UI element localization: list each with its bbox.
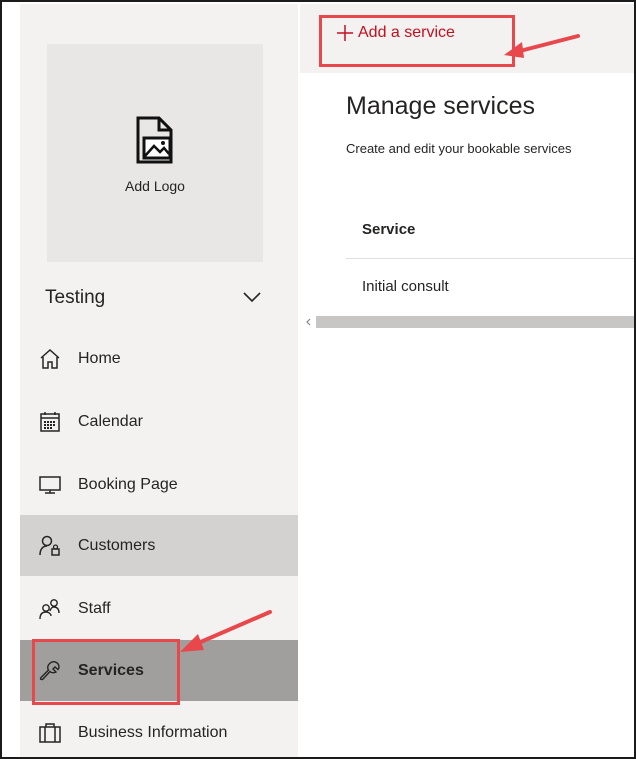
monitor-icon bbox=[39, 475, 61, 494]
sidebar-item-home[interactable]: Home bbox=[20, 328, 298, 389]
highlight-box-add-service bbox=[319, 15, 515, 67]
staff-icon bbox=[39, 598, 60, 619]
sidebar-item-label: Staff bbox=[78, 599, 111, 617]
add-logo-button[interactable]: Add Logo bbox=[47, 44, 263, 262]
arrow-annotation-icon bbox=[504, 34, 580, 58]
calendar-icon bbox=[40, 411, 60, 432]
image-file-icon bbox=[136, 116, 173, 164]
home-icon bbox=[40, 348, 60, 369]
sidebar-item-calendar[interactable]: Calendar bbox=[20, 391, 298, 452]
sidebar-item-business-information[interactable]: Business Information bbox=[20, 702, 298, 757]
sidebar-item-label: Booking Page bbox=[78, 475, 178, 493]
service-name-cell: Initial consult bbox=[362, 278, 449, 295]
customers-icon bbox=[39, 535, 60, 556]
table-row[interactable]: Initial consult bbox=[346, 260, 634, 315]
horizontal-scrollbar[interactable] bbox=[300, 316, 634, 328]
sidebar-item-label: Customers bbox=[78, 536, 156, 554]
sidebar-item-label: Business Information bbox=[78, 723, 228, 741]
business-selector[interactable]: Testing bbox=[20, 278, 298, 318]
briefcase-icon bbox=[39, 722, 61, 743]
table-divider bbox=[346, 258, 634, 259]
arrow-annotation-icon bbox=[180, 610, 272, 652]
page-subtitle: Create and edit your bookable services bbox=[346, 141, 572, 156]
sidebar-item-label: Home bbox=[78, 349, 121, 367]
sidebar-item-booking-page[interactable]: Booking Page bbox=[20, 454, 298, 515]
highlight-box-services bbox=[32, 639, 180, 705]
scrollbar-thumb[interactable] bbox=[316, 316, 634, 328]
scroll-left-icon[interactable] bbox=[302, 316, 314, 328]
app-window: Add Logo Testing Home Calendar Booking P… bbox=[0, 0, 636, 759]
sidebar-item-label: Calendar bbox=[78, 412, 143, 430]
add-logo-label: Add Logo bbox=[125, 178, 185, 194]
column-header-service[interactable]: Service bbox=[362, 221, 415, 238]
sidebar-item-customers[interactable]: Customers bbox=[20, 515, 298, 576]
business-name: Testing bbox=[45, 287, 106, 308]
chevron-down-icon bbox=[243, 292, 261, 303]
page-title: Manage services bbox=[346, 92, 535, 120]
